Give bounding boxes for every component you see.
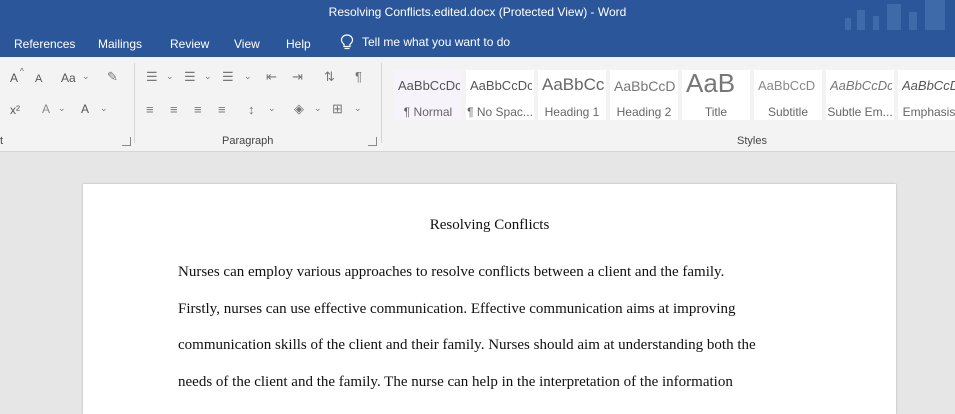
style-name: Subtitle — [767, 105, 809, 119]
style-preview: AaBbCcD — [614, 78, 676, 94]
tab-view[interactable]: View — [234, 37, 260, 51]
clear-formatting-icon[interactable]: ✎ — [107, 69, 118, 85]
tab-mailings[interactable]: Mailings — [98, 37, 142, 51]
align-right-icon[interactable]: ≡ — [194, 102, 202, 117]
style-preview: AaBbCcD — [758, 78, 816, 93]
grow-font-arrow-icon: ^ — [20, 67, 24, 76]
style-subtle-emphasis[interactable]: AaBbCcDc Subtle Em... — [825, 69, 895, 121]
borders-icon[interactable]: ⊞ — [332, 101, 343, 117]
style-preview: AaB — [686, 68, 736, 98]
ribbon-tabs: References Mailings Review View Help Tel… — [0, 30, 955, 57]
align-center-icon[interactable]: ≡ — [170, 102, 178, 117]
style-heading-1[interactable]: AaBbCc Heading 1 — [537, 69, 607, 121]
style-normal[interactable]: AaBbCcDc ¶ Normal — [393, 69, 463, 121]
chevron-down-icon: ⌄ — [166, 71, 174, 81]
chevron-down-icon: ⌄ — [268, 103, 276, 113]
chevron-down-icon: ⌄ — [204, 71, 212, 81]
lightbulb-icon — [340, 34, 354, 50]
show-formatting-icon[interactable]: ¶ — [355, 69, 362, 84]
chevron-down-icon: ⌄ — [82, 71, 90, 81]
title-bar-decoration — [835, 0, 955, 30]
text-effects-button[interactable]: A — [42, 102, 50, 116]
chevron-down-icon: ⌄ — [354, 103, 362, 113]
style-name: Heading 2 — [616, 105, 672, 119]
style-preview: AaBbCcDc — [830, 78, 892, 93]
change-case-button[interactable]: Aa — [61, 71, 76, 85]
title-bar: Resolving Conflicts.edited.docx (Protect… — [0, 0, 955, 30]
increase-indent-icon[interactable]: ⇥ — [292, 69, 303, 85]
font-group-label: t — [0, 135, 4, 147]
font-color-button[interactable]: A — [81, 102, 89, 116]
justify-icon[interactable]: ≡ — [218, 102, 226, 117]
style-name: Title — [704, 105, 728, 119]
style-title[interactable]: AaB Title — [681, 68, 751, 121]
tell-me-text: Tell me what you want to do — [362, 35, 511, 49]
style-heading-2[interactable]: AaBbCcD Heading 2 — [609, 69, 679, 121]
styles-group-label: Styles — [737, 135, 767, 147]
tab-review[interactable]: Review — [170, 37, 209, 51]
document-line: Nurses can employ various approaches to … — [178, 264, 725, 280]
multilevel-list-icon[interactable]: ☰ — [222, 69, 234, 85]
tab-help[interactable]: Help — [286, 37, 311, 51]
shading-icon[interactable]: ◈ — [294, 101, 304, 117]
grow-font-button[interactable]: A — [10, 71, 18, 85]
document-line: Firstly, nurses can use effective commun… — [178, 301, 736, 317]
document-title: Resolving Conflicts — [429, 217, 550, 233]
style-name: Subtle Em... — [827, 105, 893, 119]
chevron-down-icon: ⌄ — [314, 103, 322, 113]
decrease-indent-icon[interactable]: ⇤ — [266, 69, 277, 85]
align-left-icon[interactable]: ≡ — [146, 102, 154, 117]
document-page[interactable]: Resolving Conflicts Nurses can employ va… — [83, 184, 896, 414]
sort-icon[interactable]: ⇅ — [324, 69, 335, 85]
tell-me-search[interactable]: Tell me what you want to do — [340, 34, 510, 50]
chevron-down-icon: ⌄ — [244, 71, 252, 81]
ribbon: A ^ A Aa ⌄ ✎ x² A ⌄ A ⌄ t ☰ ⌄ ☰ ⌄ ☰ ⌄ ⇤ … — [0, 57, 955, 152]
style-name: ¶ Normal — [403, 105, 453, 119]
style-preview: AaBbCcDc — [470, 78, 532, 93]
style-preview: AaBbCcDc — [902, 78, 955, 93]
document-line: communication skills of the client and t… — [178, 337, 756, 353]
style-emphasis[interactable]: AaBbCcDc Emphasis — [897, 69, 955, 121]
ribbon-separator — [134, 63, 135, 143]
window-title: Resolving Conflicts.edited.docx (Protect… — [328, 5, 627, 19]
ribbon-separator — [381, 63, 382, 143]
style-no-spacing[interactable]: AaBbCcDc ¶ No Spac... — [465, 69, 535, 121]
numbering-icon[interactable]: ☰ — [184, 69, 196, 85]
style-name: Emphasis — [902, 105, 955, 119]
style-name: ¶ No Spac... — [467, 105, 533, 119]
paragraph-group-label: Paragraph — [222, 135, 274, 147]
style-preview: AaBbCcDc — [398, 78, 460, 93]
bullets-icon[interactable]: ☰ — [146, 69, 158, 85]
tab-references[interactable]: References — [14, 37, 75, 51]
chevron-down-icon: ⌄ — [100, 103, 108, 113]
chevron-down-icon: ⌄ — [58, 103, 66, 113]
style-preview: AaBbCc — [542, 75, 604, 94]
paragraph-dialog-launcher-icon[interactable] — [368, 137, 377, 146]
style-name: Heading 1 — [544, 105, 600, 119]
style-subtitle[interactable]: AaBbCcD Subtitle — [753, 69, 823, 121]
superscript-button[interactable]: x² — [10, 103, 20, 117]
shrink-font-button[interactable]: A — [35, 73, 42, 85]
line-spacing-icon[interactable]: ↕ — [248, 102, 255, 117]
document-line: needs of the client and the family. The … — [178, 374, 733, 390]
font-dialog-launcher-icon[interactable] — [122, 137, 131, 146]
